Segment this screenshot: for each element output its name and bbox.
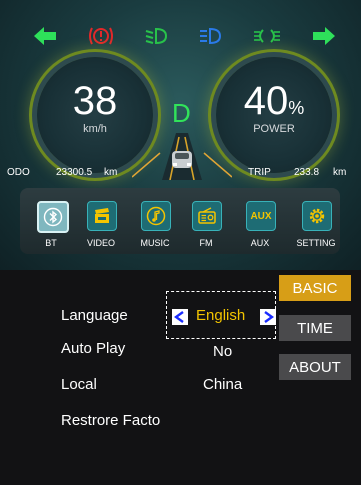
language-label: Language: [61, 307, 128, 324]
trip-value: 233.8: [294, 167, 320, 178]
video-clapper-icon: [95, 208, 109, 223]
odo-value: 23300.5: [56, 167, 93, 178]
low-beam-icon: [143, 25, 169, 47]
setting-label: SETTING: [296, 238, 336, 248]
tab-about[interactable]: ABOUT: [279, 354, 351, 380]
trip-label: TRIP: [248, 167, 271, 178]
arrow-left-icon[interactable]: [32, 25, 58, 47]
music-button[interactable]: [141, 201, 171, 231]
odo-label: ODO: [7, 167, 30, 178]
fm-button[interactable]: [192, 201, 222, 231]
power-value-wrap: 40%: [216, 81, 332, 128]
bt-button[interactable]: [37, 201, 69, 233]
language-value: English: [196, 307, 246, 324]
speed-value: 38: [72, 79, 118, 123]
fm-label: FM: [199, 238, 213, 248]
power-suffix: %: [288, 98, 305, 118]
power-gauge: 40% POWER: [216, 57, 332, 173]
brake-warning-icon: [86, 25, 116, 47]
language-prev-button[interactable]: [172, 309, 188, 325]
arrow-right-icon[interactable]: [311, 25, 337, 47]
autoplay-label: Auto Play: [61, 340, 126, 357]
local-label: Local: [61, 376, 97, 393]
position-light-icon: [252, 25, 282, 47]
odo-unit: km: [104, 167, 118, 178]
road-car-graphic: [132, 133, 232, 180]
trip-unit: km: [333, 167, 347, 178]
restore-factory-label[interactable]: Restrore Facto: [61, 412, 160, 429]
video-button[interactable]: [87, 201, 117, 231]
aux-button[interactable]: AUX: [246, 201, 276, 231]
aux-icon: AUX: [250, 210, 272, 222]
bt-label: BT: [45, 238, 57, 248]
gear-icon: [309, 208, 325, 224]
video-label: VIDEO: [86, 238, 115, 248]
chevron-right-icon: [264, 311, 274, 323]
dashboard-screen: 38 km/h 40% POWER D ODO 23300.5 km TRIP …: [0, 0, 361, 485]
music-label: MUSIC: [140, 238, 170, 248]
language-next-button[interactable]: [260, 309, 276, 325]
tab-time[interactable]: TIME: [279, 315, 351, 341]
aux-label: AUX: [250, 238, 270, 248]
power-value: 40: [243, 79, 289, 123]
local-value[interactable]: China: [203, 376, 242, 393]
radio-icon: [198, 207, 216, 224]
chevron-left-icon: [174, 311, 184, 323]
autoplay-value[interactable]: No: [213, 343, 232, 360]
high-beam-icon: [197, 25, 223, 47]
power-unit: POWER: [253, 123, 295, 135]
tab-basic[interactable]: BASIC: [279, 275, 351, 301]
setting-button[interactable]: [302, 201, 332, 231]
bluetooth-icon: [43, 207, 63, 227]
music-note-icon: [146, 206, 166, 226]
